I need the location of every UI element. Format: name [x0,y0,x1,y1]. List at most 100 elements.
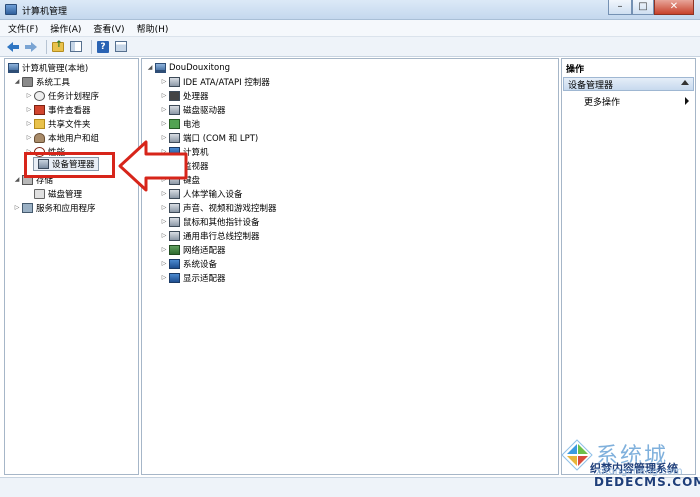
tree-item-task-scheduler[interactable]: ▷ 任务计划程序 [25,89,99,102]
collapse-up-icon[interactable] [681,80,689,85]
menu-file[interactable]: 文件(F) [8,22,38,35]
up-button[interactable] [51,40,65,54]
toolbar-separator [91,39,92,54]
processor-icon [169,90,180,101]
tree-item-label: 系统工具 [36,77,71,88]
collapse-icon[interactable]: ◢ [13,176,21,183]
computer-management-icon [5,4,17,15]
expand-icon[interactable]: ▷ [160,260,168,267]
actions-section-label: 设备管理器 [568,80,614,91]
expand-icon[interactable]: ▷ [160,78,168,85]
expand-icon[interactable]: ▷ [160,92,168,99]
expand-icon[interactable]: ▷ [25,92,33,99]
more-actions-link[interactable]: 更多操作 [584,95,620,108]
expand-icon[interactable]: ▷ [25,120,33,127]
toolbar: ? [0,37,700,57]
tree-item-local-users-groups[interactable]: ▷ 本地用户和组 [25,131,99,144]
actions-section-header[interactable]: 设备管理器 [563,77,694,91]
display-adapter-icon [169,272,180,283]
tree-item-services-applications[interactable]: ▷ 服务和应用程序 [13,201,96,214]
tree-item-computer-management[interactable]: 计算机管理(本地) [7,61,88,74]
expand-icon[interactable]: ▷ [25,106,33,113]
expand-icon[interactable]: ▷ [160,246,168,253]
computer-icon [8,62,19,73]
device-category-label: 电池 [183,119,201,130]
device-root-label: DouDouxitong [169,62,230,73]
device-category[interactable]: ▷ 处理器 [160,89,209,102]
device-category-label: 人体学输入设备 [183,189,243,200]
services-icon [22,202,33,213]
actions-title: 操作 [566,65,585,75]
collapse-icon[interactable]: ◢ [146,64,154,71]
network-adapter-icon [169,244,180,255]
device-category-label: 处理器 [183,91,209,102]
device-category-label: 网络适配器 [183,245,226,256]
disk-drive-icon [169,104,180,115]
expand-icon[interactable]: ▷ [160,274,168,281]
device-tree-root[interactable]: ◢ DouDouxitong [146,61,230,74]
tree-item-shared-folders[interactable]: ▷ 共享文件夹 [25,117,91,130]
console-tree-pane[interactable]: 计算机管理(本地) ◢ 系统工具 ▷ 任务计划程序 ▷ 事件查看器 ▷ 共享文件… [4,58,139,475]
expand-icon[interactable]: ▷ [160,204,168,211]
expand-icon[interactable]: ▷ [160,106,168,113]
back-button[interactable] [6,40,20,54]
view-icon [115,41,127,52]
maximize-button[interactable]: □ [632,0,654,15]
disk-icon [34,188,45,199]
show-hide-tree-button[interactable] [69,40,83,54]
expand-icon[interactable]: ▷ [25,134,33,141]
mouse-icon [169,216,180,227]
tree-item-system-tools[interactable]: ◢ 系统工具 [13,75,70,88]
collapse-icon[interactable]: ◢ [13,78,21,85]
windows-logo-icon [561,439,593,471]
highlight-box [24,152,115,178]
menu-bar: 文件(F) 操作(A) 查看(V) 帮助(H) [0,20,700,37]
tree-item-event-viewer[interactable]: ▷ 事件查看器 [25,103,91,116]
expand-icon[interactable]: ▷ [160,232,168,239]
tree-item-label: 事件查看器 [48,105,91,116]
device-category[interactable]: ▷ 通用串行总线控制器 [160,229,260,242]
tools-icon [22,76,33,87]
tree-item-label: 本地用户和组 [48,133,100,144]
clock-icon [34,90,45,101]
device-category[interactable]: ▷ 系统设备 [160,257,217,270]
watermark-url: DEDECMS.COM [594,475,700,489]
event-viewer-icon [34,104,45,115]
view-button[interactable] [114,40,128,54]
window-title: 计算机管理 [22,7,68,17]
toolbar-separator [46,39,47,54]
device-category-label: IDE ATA/ATAPI 控制器 [183,77,270,88]
system-device-icon [169,258,180,269]
expand-icon[interactable]: ▷ [13,204,21,211]
minimize-button[interactable]: – [608,0,632,15]
device-category[interactable]: ▷ 鼠标和其他指针设备 [160,215,260,228]
tree-item-label: 磁盘管理 [48,189,83,200]
close-button[interactable]: ✕ [654,0,694,15]
device-category-label: 磁盘驱动器 [183,105,226,116]
menu-help[interactable]: 帮助(H) [137,22,169,35]
expand-icon[interactable]: ▷ [160,218,168,225]
tree-item-disk-management[interactable]: 磁盘管理 [33,187,82,200]
show-hide-tree-icon [70,41,82,52]
help-button[interactable]: ? [96,40,110,54]
device-category[interactable]: ▷ 声音、视频和游戏控制器 [160,201,277,214]
users-icon [34,132,45,143]
up-folder-icon [52,40,64,52]
device-category[interactable]: ▷ IDE ATA/ATAPI 控制器 [160,75,270,88]
forward-icon [25,41,37,52]
device-category[interactable]: ▷ 显示适配器 [160,271,226,284]
device-category[interactable]: ▷ 网络适配器 [160,243,226,256]
back-icon [7,41,19,52]
watermark: 系统城 织梦内容管理系统 xitongcheng.com DEDECMS.COM [560,438,700,497]
device-category-label: 声音、视频和游戏控制器 [183,203,277,214]
expand-icon[interactable]: ▷ [160,120,168,127]
battery-icon [169,118,180,129]
submenu-arrow-icon [685,97,689,105]
device-tree-pane[interactable]: ◢ DouDouxitong ▷ IDE ATA/ATAPI 控制器 ▷ 处理器 ▷… [141,58,559,475]
device-category[interactable]: ▷ 电池 [160,117,200,130]
sound-icon [169,202,180,213]
forward-button[interactable] [24,40,38,54]
menu-view[interactable]: 查看(V) [93,22,124,35]
menu-action[interactable]: 操作(A) [50,22,81,35]
device-category[interactable]: ▷ 磁盘驱动器 [160,103,226,116]
